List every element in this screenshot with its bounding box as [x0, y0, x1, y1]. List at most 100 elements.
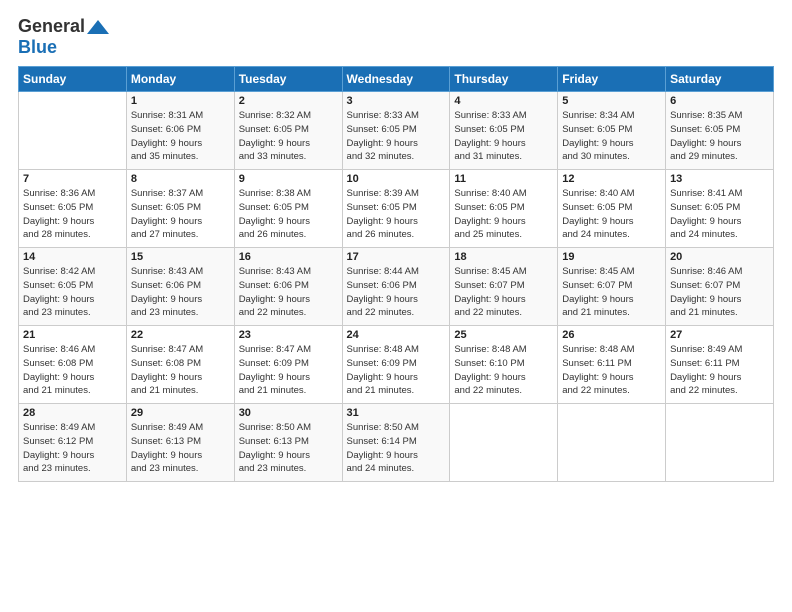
- calendar-cell: [666, 404, 774, 482]
- day-number: 24: [347, 329, 446, 341]
- day-info: Sunrise: 8:35 AMSunset: 6:05 PMDaylight:…: [670, 109, 769, 164]
- day-info: Sunrise: 8:39 AMSunset: 6:05 PMDaylight:…: [347, 187, 446, 242]
- day-info: Sunrise: 8:48 AMSunset: 6:09 PMDaylight:…: [347, 343, 446, 398]
- day-info: Sunrise: 8:49 AMSunset: 6:11 PMDaylight:…: [670, 343, 769, 398]
- day-info: Sunrise: 8:49 AMSunset: 6:12 PMDaylight:…: [23, 421, 122, 476]
- calendar-header-saturday: Saturday: [666, 67, 774, 92]
- calendar-cell: 11 Sunrise: 8:40 AMSunset: 6:05 PMDayligh…: [450, 170, 558, 248]
- calendar-cell: 15 Sunrise: 8:43 AMSunset: 6:06 PMDayligh…: [126, 248, 234, 326]
- calendar-cell: 8Sunrise: 8:37 AMSunset: 6:05 PMDaylight…: [126, 170, 234, 248]
- day-info: Sunrise: 8:36 AMSunset: 6:05 PMDaylight:…: [23, 187, 122, 242]
- day-number: 14: [23, 251, 122, 263]
- day-info: Sunrise: 8:38 AMSunset: 6:05 PMDaylight:…: [239, 187, 338, 242]
- calendar-cell: 1 Sunrise: 8:31 AMSunset: 6:06 PMDaylight…: [126, 92, 234, 170]
- day-number: 20: [670, 251, 769, 263]
- calendar-table: SundayMondayTuesdayWednesdayThursdayFrid…: [18, 66, 774, 482]
- day-number: 10: [347, 173, 446, 185]
- day-info: Sunrise: 8:40 AMSunset: 6:05 PMDaylight:…: [454, 187, 553, 242]
- day-info: Sunrise: 8:34 AMSunset: 6:05 PMDaylight:…: [562, 109, 661, 164]
- logo-icon: [87, 20, 109, 34]
- day-info: Sunrise: 8:37 AMSunset: 6:05 PMDaylight:…: [131, 187, 230, 242]
- calendar-week-row: 7 Sunrise: 8:36 AMSunset: 6:05 PMDaylight…: [19, 170, 774, 248]
- day-number: 11: [454, 173, 553, 185]
- day-number: 6: [670, 95, 769, 107]
- calendar-cell: 26 Sunrise: 8:48 AMSunset: 6:11 PMDayligh…: [558, 326, 666, 404]
- day-info: Sunrise: 8:48 AMSunset: 6:11 PMDaylight:…: [562, 343, 661, 398]
- day-info: Sunrise: 8:31 AMSunset: 6:06 PMDaylight:…: [131, 109, 230, 164]
- calendar-cell: 27 Sunrise: 8:49 AMSunset: 6:11 PMDayligh…: [666, 326, 774, 404]
- day-number: 16: [239, 251, 338, 263]
- calendar-cell: 16 Sunrise: 8:43 AMSunset: 6:06 PMDayligh…: [234, 248, 342, 326]
- day-number: 18: [454, 251, 553, 263]
- day-number: 30: [239, 407, 338, 419]
- calendar-header-sunday: Sunday: [19, 67, 127, 92]
- calendar-header-friday: Friday: [558, 67, 666, 92]
- day-info: Sunrise: 8:43 AMSunset: 6:06 PMDaylight:…: [239, 265, 338, 320]
- day-number: 4: [454, 95, 553, 107]
- day-number: 2: [239, 95, 338, 107]
- logo: General Blue: [18, 16, 109, 58]
- day-info: Sunrise: 8:50 AMSunset: 6:13 PMDaylight:…: [239, 421, 338, 476]
- day-info: Sunrise: 8:42 AMSunset: 6:05 PMDaylight:…: [23, 265, 122, 320]
- day-info: Sunrise: 8:47 AMSunset: 6:08 PMDaylight:…: [131, 343, 230, 398]
- calendar-week-row: 21 Sunrise: 8:46 AMSunset: 6:08 PMDayligh…: [19, 326, 774, 404]
- day-number: 26: [562, 329, 661, 341]
- calendar-week-row: 1 Sunrise: 8:31 AMSunset: 6:06 PMDaylight…: [19, 92, 774, 170]
- calendar-cell: 4 Sunrise: 8:33 AMSunset: 6:05 PMDaylight…: [450, 92, 558, 170]
- logo-blue: Blue: [18, 37, 57, 57]
- day-number: 9: [239, 173, 338, 185]
- day-number: 1: [131, 95, 230, 107]
- calendar-cell: 24 Sunrise: 8:48 AMSunset: 6:09 PMDayligh…: [342, 326, 450, 404]
- calendar-cell: 29Sunrise: 8:49 AMSunset: 6:13 PMDayligh…: [126, 404, 234, 482]
- calendar-cell: 14 Sunrise: 8:42 AMSunset: 6:05 PMDayligh…: [19, 248, 127, 326]
- day-number: 27: [670, 329, 769, 341]
- calendar-cell: 31 Sunrise: 8:50 AMSunset: 6:14 PMDayligh…: [342, 404, 450, 482]
- day-info: Sunrise: 8:40 AMSunset: 6:05 PMDaylight:…: [562, 187, 661, 242]
- calendar-cell: 6 Sunrise: 8:35 AMSunset: 6:05 PMDaylight…: [666, 92, 774, 170]
- calendar-cell: [19, 92, 127, 170]
- day-number: 28: [23, 407, 122, 419]
- header: General Blue: [18, 16, 774, 58]
- calendar-cell: 9 Sunrise: 8:38 AMSunset: 6:05 PMDaylight…: [234, 170, 342, 248]
- day-info: Sunrise: 8:33 AMSunset: 6:05 PMDaylight:…: [454, 109, 553, 164]
- day-info: Sunrise: 8:47 AMSunset: 6:09 PMDaylight:…: [239, 343, 338, 398]
- calendar-header-thursday: Thursday: [450, 67, 558, 92]
- calendar-cell: 13Sunrise: 8:41 AMSunset: 6:05 PMDayligh…: [666, 170, 774, 248]
- day-number: 31: [347, 407, 446, 419]
- day-number: 5: [562, 95, 661, 107]
- calendar-week-row: 28 Sunrise: 8:49 AMSunset: 6:12 PMDayligh…: [19, 404, 774, 482]
- calendar-header-row: SundayMondayTuesdayWednesdayThursdayFrid…: [19, 67, 774, 92]
- day-number: 29: [131, 407, 230, 419]
- calendar-cell: 25Sunrise: 8:48 AMSunset: 6:10 PMDayligh…: [450, 326, 558, 404]
- calendar-cell: 3Sunrise: 8:33 AMSunset: 6:05 PMDaylight…: [342, 92, 450, 170]
- day-number: 7: [23, 173, 122, 185]
- day-number: 12: [562, 173, 661, 185]
- calendar-cell: 17Sunrise: 8:44 AMSunset: 6:06 PMDayligh…: [342, 248, 450, 326]
- day-info: Sunrise: 8:43 AMSunset: 6:06 PMDaylight:…: [131, 265, 230, 320]
- calendar-cell: 23 Sunrise: 8:47 AMSunset: 6:09 PMDayligh…: [234, 326, 342, 404]
- day-number: 25: [454, 329, 553, 341]
- calendar-cell: 19Sunrise: 8:45 AMSunset: 6:07 PMDayligh…: [558, 248, 666, 326]
- day-info: Sunrise: 8:45 AMSunset: 6:07 PMDaylight:…: [454, 265, 553, 320]
- day-info: Sunrise: 8:46 AMSunset: 6:08 PMDaylight:…: [23, 343, 122, 398]
- day-number: 15: [131, 251, 230, 263]
- calendar-header-wednesday: Wednesday: [342, 67, 450, 92]
- day-number: 23: [239, 329, 338, 341]
- day-info: Sunrise: 8:33 AMSunset: 6:05 PMDaylight:…: [347, 109, 446, 164]
- day-number: 17: [347, 251, 446, 263]
- calendar-cell: [450, 404, 558, 482]
- calendar-cell: 21 Sunrise: 8:46 AMSunset: 6:08 PMDayligh…: [19, 326, 127, 404]
- day-number: 21: [23, 329, 122, 341]
- day-info: Sunrise: 8:50 AMSunset: 6:14 PMDaylight:…: [347, 421, 446, 476]
- calendar-cell: 7 Sunrise: 8:36 AMSunset: 6:05 PMDaylight…: [19, 170, 127, 248]
- day-number: 22: [131, 329, 230, 341]
- calendar-header-tuesday: Tuesday: [234, 67, 342, 92]
- page: General Blue SundayMondayTuesdayWednesda…: [0, 0, 792, 612]
- calendar-cell: 5 Sunrise: 8:34 AMSunset: 6:05 PMDaylight…: [558, 92, 666, 170]
- calendar-cell: [558, 404, 666, 482]
- logo-general: General: [18, 16, 85, 37]
- calendar-cell: 12 Sunrise: 8:40 AMSunset: 6:05 PMDayligh…: [558, 170, 666, 248]
- day-number: 19: [562, 251, 661, 263]
- day-info: Sunrise: 8:46 AMSunset: 6:07 PMDaylight:…: [670, 265, 769, 320]
- day-info: Sunrise: 8:41 AMSunset: 6:05 PMDaylight:…: [670, 187, 769, 242]
